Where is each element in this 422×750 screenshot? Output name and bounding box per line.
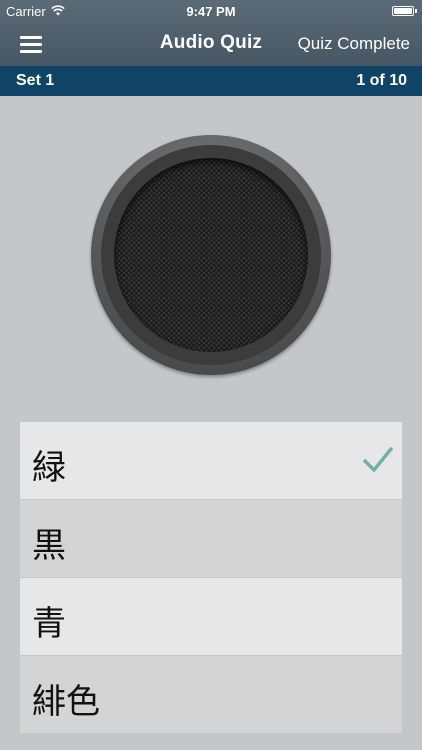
answer-text: 緑: [32, 448, 66, 488]
quiz-complete-button[interactable]: Quiz Complete: [298, 34, 410, 54]
battery-icon: [392, 6, 417, 16]
set-bar: Set 1 1 of 10: [0, 66, 422, 96]
answer-text: 緋色: [32, 682, 100, 722]
status-time: 9:47 PM: [186, 4, 236, 19]
answer-text: 黒: [32, 526, 66, 566]
top-bar: Carrier 9:47 PM Audio Quiz Quiz Complete: [0, 0, 422, 66]
answer-option-3[interactable]: 青: [20, 578, 402, 656]
answer-text: 青: [32, 604, 66, 644]
status-bar: Carrier 9:47 PM: [0, 0, 422, 22]
answer-option-2[interactable]: 黒: [20, 500, 402, 578]
answer-option-1[interactable]: 緑: [20, 422, 402, 500]
app-screen: Carrier 9:47 PM Audio Quiz Quiz Complete…: [0, 0, 422, 750]
speaker-mesh: [114, 158, 308, 352]
question-progress: 1 of 10: [356, 72, 407, 89]
page-title: Audio Quiz: [159, 32, 263, 53]
menu-icon[interactable]: [20, 36, 44, 54]
set-label: Set 1: [16, 72, 55, 89]
navigation-bar: Audio Quiz Quiz Complete: [0, 22, 422, 66]
checkmark-icon: [363, 447, 393, 472]
answer-list: 緑 黒 青 緋色: [20, 422, 402, 734]
answer-option-4[interactable]: 緋色: [20, 656, 402, 734]
speaker-icon[interactable]: [91, 135, 331, 375]
